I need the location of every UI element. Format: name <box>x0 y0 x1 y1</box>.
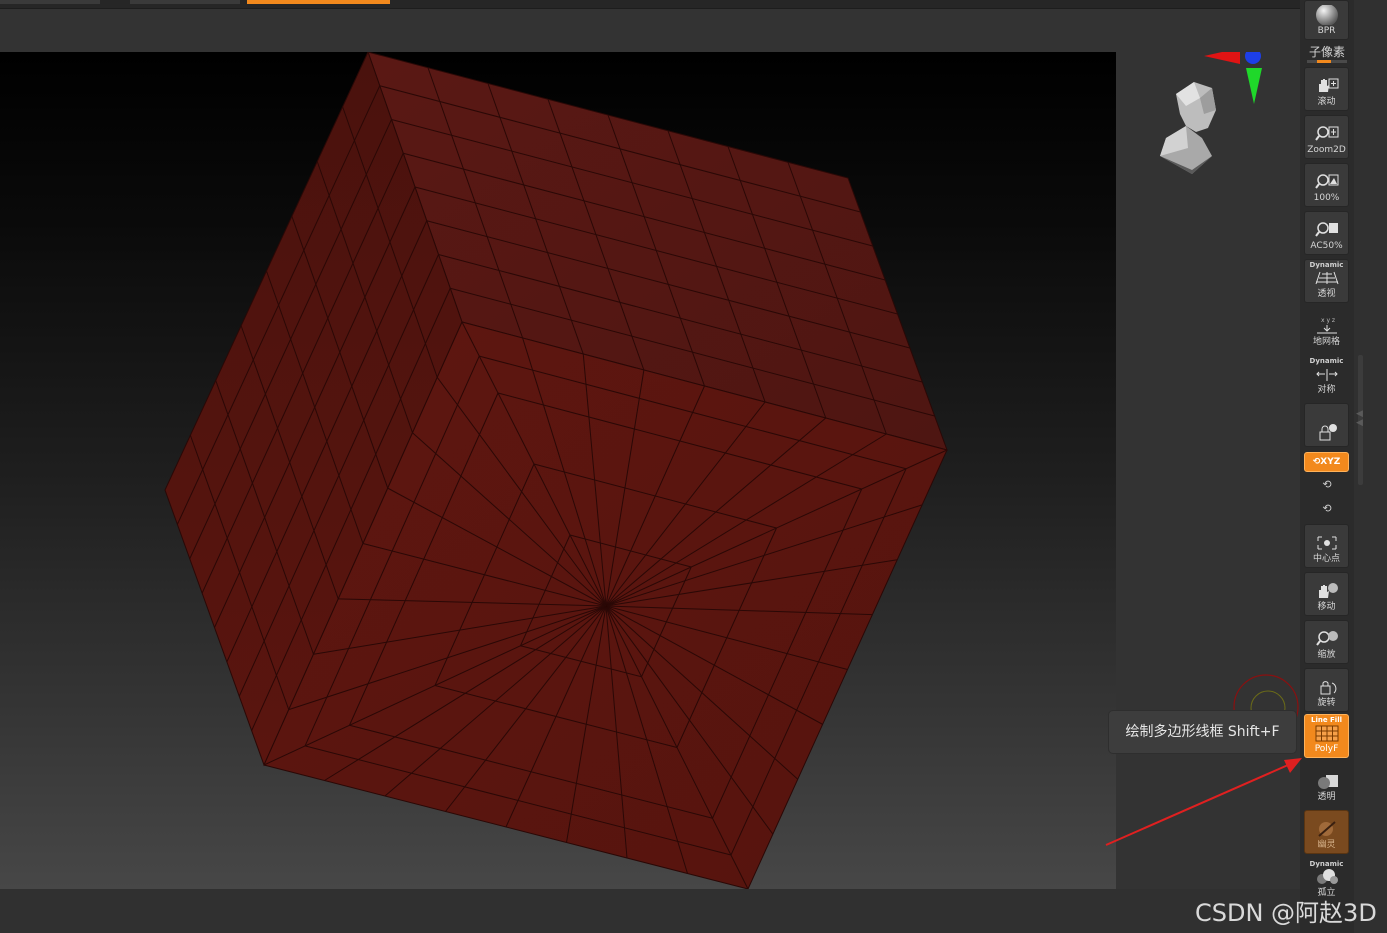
rotate-z-button[interactable]: ⟲ <box>1318 502 1336 518</box>
floor-grid-label: 地网格 <box>1312 337 1340 347</box>
move-label: 移动 <box>1317 602 1336 612</box>
scroll-hand-icon <box>1318 78 1338 92</box>
polyframe-grid-icon <box>1315 725 1338 742</box>
head-bust-icon <box>1160 82 1216 174</box>
symmetry-icon <box>1315 369 1338 381</box>
scale-button[interactable]: 缩放 <box>1304 620 1349 664</box>
solo-icon <box>1316 869 1338 884</box>
ghost-label: 幽灵 <box>1317 840 1336 850</box>
top-menu-active-tab[interactable] <box>247 0 390 4</box>
collapse-arrow-icon[interactable]: ◀ ◀ <box>1356 410 1363 428</box>
subpixel-slider[interactable] <box>1307 60 1347 63</box>
z-axis-sphere-icon <box>1245 52 1261 64</box>
transparent-icon <box>1317 775 1338 789</box>
rotate-button[interactable]: 旋转 <box>1304 668 1349 712</box>
bottom-bar <box>0 889 1300 933</box>
cube-mesh-view <box>164 52 948 889</box>
zoom-ac50-icon <box>1314 222 1338 237</box>
top-menu-segment[interactable] <box>0 0 100 4</box>
floor-grid-button[interactable]: x y z 地网格 <box>1304 307 1349 351</box>
half-size-button[interactable]: AC50% <box>1304 211 1349 255</box>
scroll-button[interactable]: 滚动 <box>1304 67 1349 111</box>
zoom-ac50-label: AC50% <box>1310 241 1343 251</box>
transparent-label: 透明 <box>1317 792 1336 802</box>
center-point-icon <box>1317 536 1336 550</box>
top-menu-bar <box>0 0 1300 9</box>
top-menu-segment[interactable] <box>130 0 240 4</box>
zoom-100-icon <box>1314 174 1338 189</box>
zoom2d-icon <box>1314 126 1338 141</box>
zoom2d-label: Zoom2D <box>1307 145 1346 155</box>
symmetry-button[interactable]: Dynamic 对称 <box>1304 355 1349 399</box>
rotate-xyz-button[interactable]: ⟲XYZ <box>1304 452 1349 472</box>
ghost-icon <box>1317 821 1336 837</box>
bpr-button[interactable]: BPR <box>1304 0 1349 40</box>
line-fill-label: Line Fill <box>1310 716 1342 724</box>
bpr-label: BPR <box>1317 26 1336 36</box>
bpr-sphere-icon <box>1315 5 1338 25</box>
rotate-xyz-label: XYZ <box>1320 457 1341 467</box>
frame-center-button[interactable]: 中心点 <box>1304 524 1349 568</box>
rotate-icon <box>1320 681 1336 695</box>
polyframe-button[interactable]: Line Fill PolyF <box>1304 714 1349 758</box>
dynamic-label: Dynamic <box>1309 357 1344 365</box>
svg-text:x y z: x y z <box>1321 317 1335 324</box>
move-button[interactable]: 移动 <box>1304 572 1349 616</box>
document-bar <box>0 9 1300 52</box>
cube-mesh <box>164 52 948 889</box>
polyframe-label: PolyF <box>1314 744 1339 754</box>
ghost-button[interactable]: 幽灵 <box>1304 810 1349 854</box>
perspective-icon <box>1315 271 1338 285</box>
rotate-label: 旋转 <box>1317 698 1336 708</box>
subpixel-label: 子像素 <box>1308 45 1345 59</box>
perspective-label: 透视 <box>1317 289 1336 299</box>
y-axis-arrow-icon <box>1246 68 1262 104</box>
local-button[interactable] <box>1304 403 1349 447</box>
scale-zoom-icon <box>1315 631 1338 646</box>
navigation-gizmo[interactable] <box>1116 52 1300 192</box>
polyframe-tooltip: 绘制多边形线框 Shift+F <box>1108 710 1297 754</box>
viewport-canvas[interactable] <box>0 52 1116 889</box>
zoom-100-label: 100% <box>1313 193 1340 203</box>
floor-grid-icon: x y z <box>1316 317 1337 334</box>
scroll-label: 滚动 <box>1317 97 1336 107</box>
perspective-button[interactable]: Dynamic 透视 <box>1304 259 1349 303</box>
x-axis-arrow-icon <box>1204 52 1240 64</box>
local-lock-icon <box>1319 424 1337 441</box>
zoom2d-button[interactable]: Zoom2D <box>1304 115 1349 159</box>
dynamic-label: Dynamic <box>1309 261 1344 269</box>
actual-size-button[interactable]: 100% <box>1304 163 1349 207</box>
watermark-text: CSDN @阿赵3D <box>1195 899 1377 927</box>
scale-label: 缩放 <box>1317 650 1336 660</box>
rotate-y-button[interactable]: ⟲ <box>1318 478 1336 494</box>
right-panel <box>1116 52 1300 889</box>
transparent-button[interactable]: 透明 <box>1304 762 1349 806</box>
dynamic-label: Dynamic <box>1309 860 1344 868</box>
center-point-label: 中心点 <box>1312 554 1340 564</box>
symmetry-label: 对称 <box>1317 385 1336 395</box>
move-hand-icon <box>1318 583 1338 598</box>
